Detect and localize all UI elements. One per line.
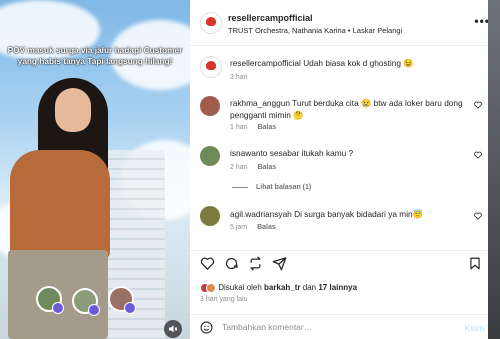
comment-time: 2 hari	[230, 164, 248, 171]
account-avatar[interactable]	[200, 12, 222, 34]
tagged-avatar[interactable]	[36, 286, 64, 314]
speaker-muted-icon[interactable]	[164, 320, 182, 338]
badge-icon	[88, 304, 100, 316]
post-comment-button[interactable]: Kirim	[465, 323, 484, 333]
comment-username[interactable]: resellercampofficial	[230, 58, 301, 68]
video-caption: POV masuk surga via jalur hadapi Custome…	[7, 45, 183, 66]
heart-icon[interactable]	[198, 256, 216, 274]
comment-icon[interactable]	[222, 256, 240, 274]
comment-username[interactable]: agil.wadriansyah	[230, 209, 292, 219]
comment-username[interactable]: isnawanto	[230, 148, 267, 158]
avatar[interactable]	[200, 96, 220, 116]
avatar[interactable]	[200, 206, 220, 226]
comment-composer: Kirim	[190, 314, 500, 339]
heart-icon[interactable]	[474, 212, 482, 222]
post-header: resellercampofficial TRUST Orchestra, Na…	[190, 0, 500, 46]
heart-icon[interactable]	[474, 151, 482, 161]
likes-prefix: Disukai oleh	[218, 283, 262, 293]
comment-text: Di surga banyak bidadari ya min😇	[294, 209, 423, 219]
bookmark-icon[interactable]	[466, 256, 484, 274]
reply-button[interactable]: Balas	[257, 124, 276, 131]
reply-button[interactable]: Balas	[257, 164, 276, 171]
comments-list[interactable]: resellercampofficial Udah biasa kok d gh…	[190, 46, 500, 250]
comment-time: 5 jam	[230, 224, 248, 231]
avatar	[206, 283, 216, 293]
comment-text: sesabar itukah kamu ?	[269, 148, 354, 158]
comment-text: Udah biasa kok d ghosting 😉	[303, 58, 414, 68]
post-time: 3 hari yang lalu	[200, 296, 248, 303]
divider	[190, 250, 500, 251]
view-replies-button[interactable]: Lihat balasan (1)	[232, 184, 311, 191]
emoji-icon[interactable]	[200, 321, 213, 337]
send-icon[interactable]	[270, 256, 288, 274]
post-media[interactable]: POV masuk surga via jalur hadapi Custome…	[0, 0, 190, 339]
repost-icon[interactable]	[246, 256, 264, 274]
tagged-avatar[interactable]	[108, 286, 136, 314]
likes-joiner: dan	[302, 283, 317, 293]
reply-button[interactable]: Balas	[257, 224, 276, 231]
comment-time: 1 hari	[230, 124, 248, 131]
background-page-edge	[488, 0, 500, 339]
person-face	[55, 88, 91, 132]
comment-input[interactable]	[222, 322, 442, 332]
likes-count[interactable]: 17 lainnya	[318, 283, 357, 292]
badge-icon	[124, 302, 136, 314]
comment-username[interactable]: rakhma_anggun	[230, 98, 290, 108]
header-audio[interactable]: TRUST Orchestra, Nathania Karina • Laska…	[228, 26, 402, 35]
badge-icon	[52, 302, 64, 314]
action-bar	[190, 256, 500, 276]
post-panel: resellercampofficial TRUST Orchestra, Na…	[190, 0, 500, 339]
heart-icon[interactable]	[474, 101, 482, 111]
likes-summary: Disukai oleh barkah_tr dan 17 lainnya	[200, 283, 357, 293]
header-username[interactable]: resellercampofficial	[228, 13, 313, 23]
account-avatar[interactable]	[200, 56, 222, 78]
comment-time: 3 hari	[230, 74, 248, 81]
person-body	[10, 150, 110, 260]
liker-username[interactable]: barkah_tr	[264, 283, 300, 292]
avatar[interactable]	[200, 146, 220, 166]
tagged-avatar[interactable]	[72, 288, 100, 316]
